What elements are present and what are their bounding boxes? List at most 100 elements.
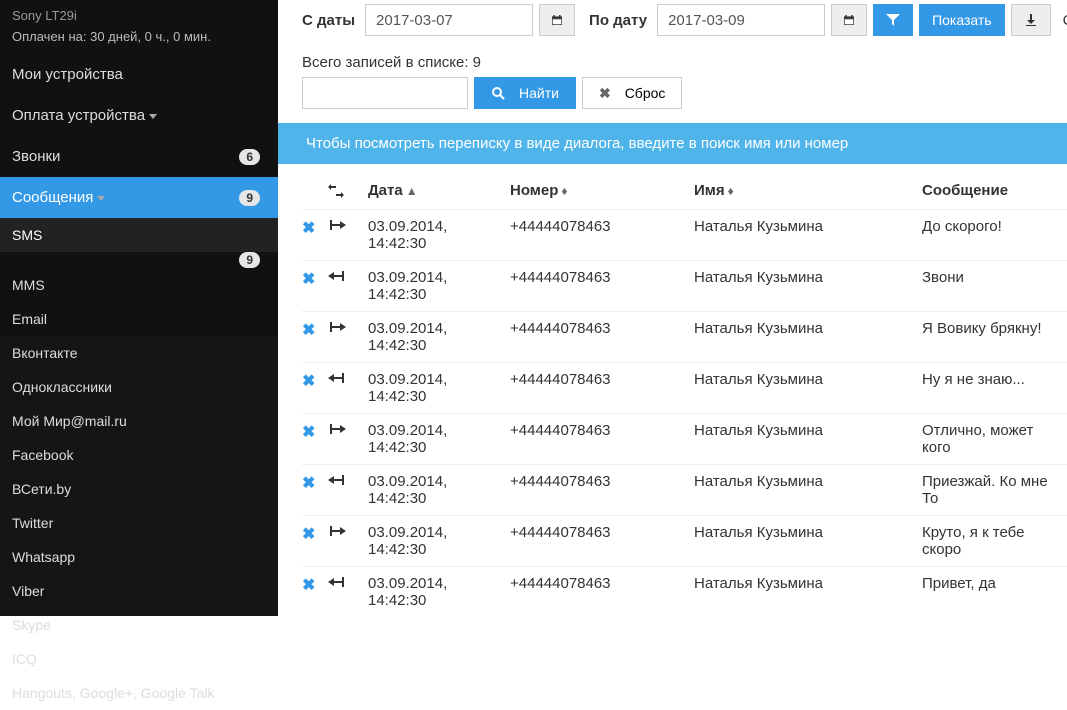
sidebar-item-Звонки[interactable]: Звонки6 — [0, 136, 278, 177]
table-row: ✖03.09.2014, 14:42:30+44444078463Наталья… — [302, 567, 1067, 617]
delete-button[interactable]: ✖ — [302, 373, 315, 390]
download-icon — [1024, 13, 1038, 27]
info-banner: Чтобы посмотреть переписку в виде диалог… — [278, 123, 1067, 164]
to-date-label: По дату — [589, 12, 647, 29]
sidebar-sub-Hangouts, Google+, Google Talk[interactable]: Hangouts, Google+, Google Talk — [0, 676, 278, 710]
sidebar: Sony LT29i Оплачен на: 30 дней, 0 ч., 0 … — [0, 0, 278, 616]
cell-date: 03.09.2014, 14:42:30 — [368, 465, 510, 516]
from-date-calendar-button[interactable] — [539, 4, 575, 36]
cell-name: Наталья Кузьмина — [694, 516, 922, 567]
date-toolbar: С даты По дату Показать Скачат — [302, 0, 1067, 36]
sidebar-item-Сообщения[interactable]: Сообщения9 — [0, 177, 278, 218]
sidebar-sub-Мой Мир@mail.ru[interactable]: Мой Мир@mail.ru — [0, 404, 278, 438]
badge: 9 — [239, 190, 260, 206]
to-date-input[interactable] — [657, 4, 825, 36]
cell-message: Круто, я к тебе скоро — [922, 516, 1067, 567]
delete-button[interactable]: ✖ — [302, 271, 315, 288]
cell-number: +44444078463 — [510, 567, 694, 617]
cell-date: 03.09.2014, 14:42:30 — [368, 312, 510, 363]
calendar-icon — [552, 13, 562, 27]
cell-message: Ну я не знаю... — [922, 363, 1067, 414]
badge: 9 — [239, 252, 260, 268]
cell-name: Наталья Кузьмина — [694, 414, 922, 465]
from-date-label: С даты — [302, 12, 355, 29]
outgoing-icon — [328, 524, 362, 538]
cell-number: +44444078463 — [510, 516, 694, 567]
sidebar-sub-Viber[interactable]: Viber — [0, 574, 278, 608]
sidebar-sub-Одноклассники[interactable]: Одноклассники — [0, 370, 278, 404]
download-label[interactable]: Скачат — [1063, 12, 1067, 29]
sidebar-item-Оплата устройства[interactable]: Оплата устройства — [0, 95, 278, 136]
cell-number: +44444078463 — [510, 363, 694, 414]
table-row: ✖ 03.09.2014, 14:42:30+44444078463Наталья… — [302, 465, 1067, 516]
sidebar-header: Sony LT29i Оплачен на: 30 дней, 0 ч., 0 … — [0, 0, 278, 54]
incoming-icon — [328, 473, 362, 487]
sidebar-sub-Email[interactable]: Email — [0, 302, 278, 336]
outgoing-icon — [328, 320, 362, 334]
header-name[interactable]: Имя♦ — [694, 172, 922, 210]
cell-name: Наталья Кузьмина — [694, 210, 922, 261]
sidebar-item-Мои устройства[interactable]: Мои устройства — [0, 54, 278, 95]
delete-button[interactable]: ✖ — [302, 526, 315, 543]
cell-name: Наталья Кузьмина — [694, 465, 922, 516]
cell-name: Наталья Кузьмина — [694, 312, 922, 363]
delete-button[interactable]: ✖ — [302, 577, 315, 594]
cell-number: +44444078463 — [510, 210, 694, 261]
cell-date: 03.09.2014, 14:42:30 — [368, 261, 510, 312]
incoming-icon — [328, 575, 362, 589]
sidebar-sub-Facebook[interactable]: Facebook — [0, 438, 278, 472]
sidebar-sub-Skype[interactable]: Skype — [0, 608, 278, 642]
cell-date: 03.09.2014, 14:42:30 — [368, 210, 510, 261]
sidebar-sub-Whatsapp[interactable]: Whatsapp — [0, 540, 278, 574]
cell-number: +44444078463 — [510, 465, 694, 516]
header-message[interactable]: Сообщение — [922, 172, 1067, 210]
device-name: Sony LT29i — [12, 8, 266, 23]
table-row: ✖ 03.09.2014, 14:42:30+44444078463Наталья… — [302, 261, 1067, 312]
sidebar-sub-ICQ[interactable]: ICQ — [0, 642, 278, 676]
header-direction[interactable] — [328, 172, 368, 210]
header-number[interactable]: Номер♦ — [510, 172, 694, 210]
delete-button[interactable]: ✖ — [302, 424, 315, 441]
sidebar-sub-Twitter[interactable]: Twitter — [0, 506, 278, 540]
chevron-down-icon — [97, 196, 105, 201]
filter-button[interactable] — [873, 4, 913, 36]
download-button[interactable] — [1011, 4, 1051, 36]
messages-table: Дата▲ Номер♦ Имя♦ Сообщение ✖ 03.09.2014,… — [302, 172, 1067, 616]
sidebar-sub-ВСети.by[interactable]: ВСети.by — [0, 472, 278, 506]
search-row: Найти ✖ Сброс — [302, 77, 1067, 109]
cell-name: Наталья Кузьмина — [694, 363, 922, 414]
sort-icon: ♦ — [728, 184, 734, 198]
sort-icon: ♦ — [561, 184, 567, 198]
calendar-icon — [844, 13, 854, 27]
search-input[interactable] — [302, 77, 468, 109]
show-button[interactable]: Показать — [919, 4, 1005, 36]
find-button[interactable]: Найти — [474, 77, 576, 109]
sidebar-sub-Вконтакте[interactable]: Вконтакте — [0, 336, 278, 370]
table-row: ✖ 03.09.2014, 14:42:30+44444078463Наталья… — [302, 516, 1067, 567]
delete-button[interactable]: ✖ — [302, 322, 315, 339]
cell-message: Отлично, может кого — [922, 414, 1067, 465]
delete-button[interactable]: ✖ — [302, 475, 315, 492]
sidebar-sub-SMS[interactable]: SMS — [0, 218, 278, 252]
cell-name: Наталья Кузьмина — [694, 261, 922, 312]
badge-row: 9 — [0, 252, 278, 268]
to-date-calendar-button[interactable] — [831, 4, 867, 36]
table-row: ✖ 03.09.2014, 14:42:30+44444078463Наталья… — [302, 210, 1067, 261]
from-date-input[interactable] — [365, 4, 533, 36]
table-row: ✖ 03.09.2014, 14:42:30+44444078463Наталья… — [302, 312, 1067, 363]
find-label: Найти — [519, 85, 559, 101]
sidebar-sub-MMS[interactable]: MMS — [0, 268, 278, 302]
total-records-label: Всего записей в списке: 9 — [302, 54, 1067, 71]
cell-number: +44444078463 — [510, 261, 694, 312]
reset-button[interactable]: ✖ Сброс — [582, 77, 682, 109]
filter-icon — [886, 13, 900, 27]
outgoing-icon — [328, 422, 362, 436]
delete-button[interactable]: ✖ — [302, 220, 315, 237]
cell-date: 03.09.2014, 14:42:30 — [368, 567, 510, 617]
cell-number: +44444078463 — [510, 312, 694, 363]
cell-date: 03.09.2014, 14:42:30 — [368, 516, 510, 567]
table-row: ✖03.09.2014, 14:42:30+44444078463Наталья… — [302, 363, 1067, 414]
header-date[interactable]: Дата▲ — [368, 172, 510, 210]
table-row: ✖03.09.2014, 14:42:30+44444078463Наталья… — [302, 414, 1067, 465]
cell-message: Я Вовику брякну! — [922, 312, 1067, 363]
